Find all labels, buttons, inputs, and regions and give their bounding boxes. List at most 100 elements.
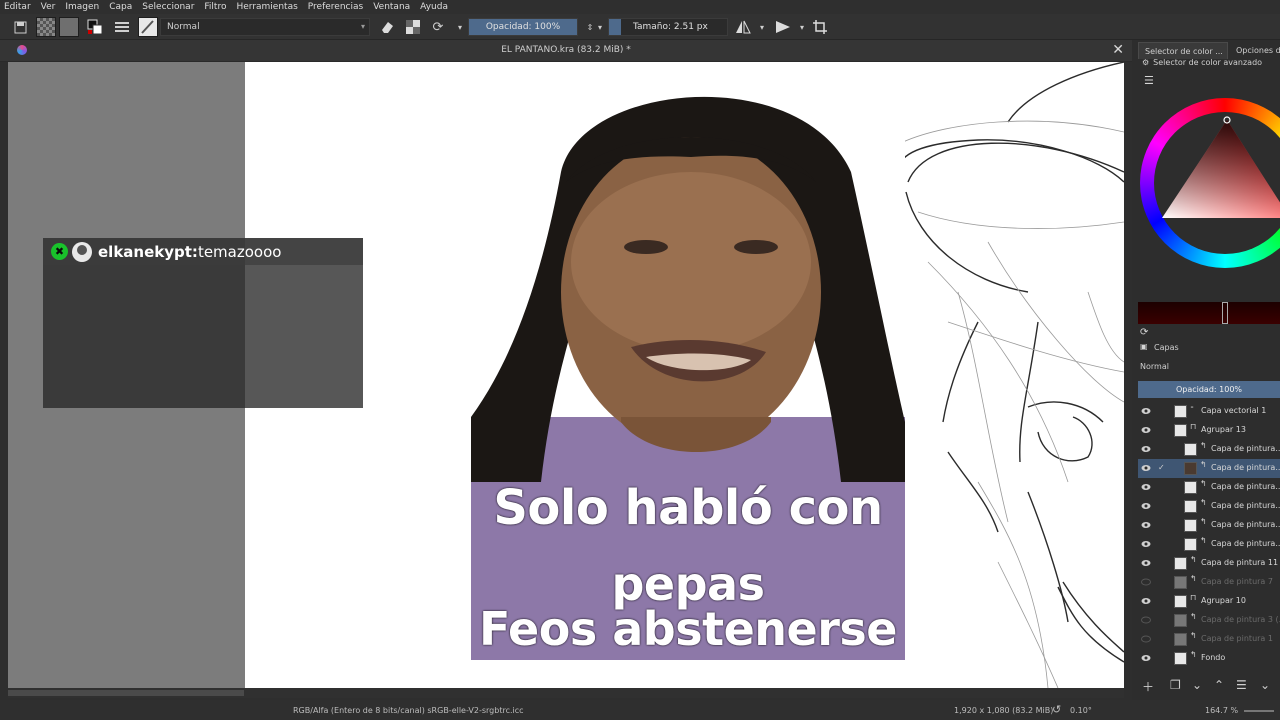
eye-icon[interactable] [1141,520,1151,530]
clip-icon: ↰ [1200,460,1207,469]
menu-item-preferencias[interactable]: Preferencias [303,2,368,12]
zoom-slider[interactable] [1244,710,1274,712]
layer-properties-icon[interactable]: ☰ [1236,678,1247,692]
pattern-icon[interactable] [36,17,56,37]
eye-icon[interactable] [1141,444,1151,454]
layer-row[interactable]: ↰ Capa de pintura... [1138,478,1280,497]
layer-row[interactable]: ⁃ Capa vectorial 1 [1138,402,1280,421]
alpha-lock-icon[interactable] [403,17,423,37]
meme-caption-line-1: Solo habló con [493,480,883,536]
eye-icon[interactable] [1141,596,1151,606]
eye-icon[interactable] [1141,653,1151,663]
size-slider[interactable]: Tamaño: 2.51 px [608,18,728,36]
eye-icon[interactable] [1141,558,1151,568]
menu-item-editar[interactable]: Editar [0,2,36,12]
chevron-down-icon[interactable]: ▾ [590,17,610,37]
group-layer-icon: ⊓ [1190,422,1197,431]
layer-row[interactable]: ✓ ↰ Capa de pintura... [1138,459,1280,478]
save-icon[interactable] [10,17,30,37]
menu-item-ayuda[interactable]: Ayuda [415,2,453,12]
menu-item-filtro[interactable]: Filtro [199,2,231,12]
eye-icon[interactable] [1141,482,1151,492]
eye-hidden-icon[interactable] [1141,634,1151,644]
layer-thumbnail [1184,538,1197,551]
chevron-down-icon[interactable]: ▾ [450,17,470,37]
duplicate-layer-icon[interactable]: ❐ [1170,678,1181,692]
scrollbar-thumb[interactable] [8,690,244,696]
menu-item-seleccionar[interactable]: Seleccionar [137,2,199,12]
layer-row[interactable]: ↰ Fondo [1138,649,1280,668]
clip-icon: ↰ [1190,574,1197,583]
settings-icon[interactable]: ⚙ [1142,58,1149,67]
line-art-sketch [897,62,1124,688]
chat-username: elkanekypt: [98,242,198,261]
menu-item-ventana[interactable]: Ventana [368,2,415,12]
eye-icon[interactable] [1141,406,1151,416]
layer-row[interactable]: ↰ Capa de pintura... [1138,535,1280,554]
layer-row[interactable]: ⊓ Agrupar 10 [1138,592,1280,611]
move-layer-down-icon[interactable]: ⌄ [1192,678,1202,692]
horizontal-scrollbar[interactable] [8,688,1124,698]
right-dock: Selector de color ... Opciones de ⚙ Selec… [1132,40,1280,700]
reload-preset-icon[interactable]: ⟳ [428,17,448,37]
eye-icon[interactable] [1141,539,1151,549]
color-history-marker [1222,302,1228,324]
eye-hidden-icon[interactable] [1141,577,1151,587]
eye-icon[interactable] [1141,501,1151,511]
mirror-vertical-icon[interactable] [773,17,793,37]
check-icon[interactable]: ✓ [1158,463,1165,472]
chevron-down-icon[interactable]: ▾ [752,17,772,37]
add-layer-icon[interactable]: ＋ [1142,678,1154,695]
blend-mode-select[interactable]: Normal ▾ [160,18,370,36]
wrap-around-icon[interactable] [810,17,830,37]
layer-thumbnail [1174,405,1187,418]
refresh-icon[interactable]: ⟳ [1140,327,1148,338]
menu-bar: Editar Ver Imagen Capa Seleccionar Filtro Herr… [0,0,1280,14]
layer-row[interactable]: ↰ Capa de pintura... [1138,440,1280,459]
menu-item-herramientas[interactable]: Herramientas [231,2,302,12]
move-layer-up-icon[interactable]: ⌃ [1214,678,1224,692]
chevron-down-icon: ▾ [360,22,365,31]
menu-item-capa[interactable]: Capa [104,2,137,12]
layer-thumbnail [1184,481,1197,494]
color-swap-icon[interactable] [85,17,105,37]
close-icon[interactable]: ✕ [1112,42,1124,58]
zoom-level: 164.7 % [1205,706,1239,715]
layer-opacity-slider[interactable]: Opacidad: 100% [1138,381,1280,398]
color-triangle[interactable] [1140,98,1280,278]
rotate-icon[interactable]: ↺ [1052,703,1061,716]
mirror-horizontal-icon[interactable] [733,17,753,37]
layer-row[interactable]: ⊓ Agrupar 13 [1138,421,1280,440]
layer-row[interactable]: ↰ Capa de pintura 11 [1138,554,1280,573]
tab-tool-options[interactable]: Opciones de [1230,42,1280,59]
gradient-icon[interactable] [59,17,79,37]
color-wheel[interactable] [1140,98,1280,278]
layer-blend-mode-select[interactable]: Normal [1140,362,1169,371]
layer-name: Capa de pintura 3 (... [1201,615,1280,624]
eraser-icon[interactable] [377,17,397,37]
tool-options-bar: Normal ▾ ⟳ ▾ Opacidad: 100% ⇕ ▾ Tamaño: … [0,14,1280,40]
layer-thumbnail [1174,614,1187,627]
layer-name: Capa vectorial 1 [1201,406,1267,415]
brush-tip-icon[interactable] [138,17,158,37]
brush-presets-icon[interactable] [112,17,132,37]
layer-row[interactable]: ↰ Capa de pintura... [1138,516,1280,535]
palette-menu-icon[interactable]: ☰ [1144,74,1154,87]
chevron-down-icon[interactable]: ⌄ [1260,678,1270,692]
layer-row[interactable]: ↰ Capa de pintura 3 (... [1138,611,1280,630]
chevron-down-icon[interactable]: ▾ [792,17,812,37]
layer-row[interactable]: ↰ Capa de pintura 1 [1138,630,1280,649]
layer-name: Capa de pintura... [1211,520,1280,529]
layer-thumbnail [1184,500,1197,513]
eye-icon[interactable] [1141,425,1151,435]
eye-hidden-icon[interactable] [1141,615,1151,625]
layer-row[interactable]: ↰ Capa de pintura 7 [1138,573,1280,592]
menu-item-ver[interactable]: Ver [36,2,61,12]
tab-color-selector[interactable]: Selector de color ... [1138,42,1228,59]
layer-row[interactable]: ↰ Capa de pintura... [1138,497,1280,516]
opacity-slider[interactable]: Opacidad: 100% [468,18,578,36]
color-history-bar[interactable] [1138,302,1280,324]
menu-item-imagen[interactable]: Imagen [60,2,104,12]
layer-thumbnail [1174,557,1187,570]
eye-icon[interactable] [1141,463,1151,473]
